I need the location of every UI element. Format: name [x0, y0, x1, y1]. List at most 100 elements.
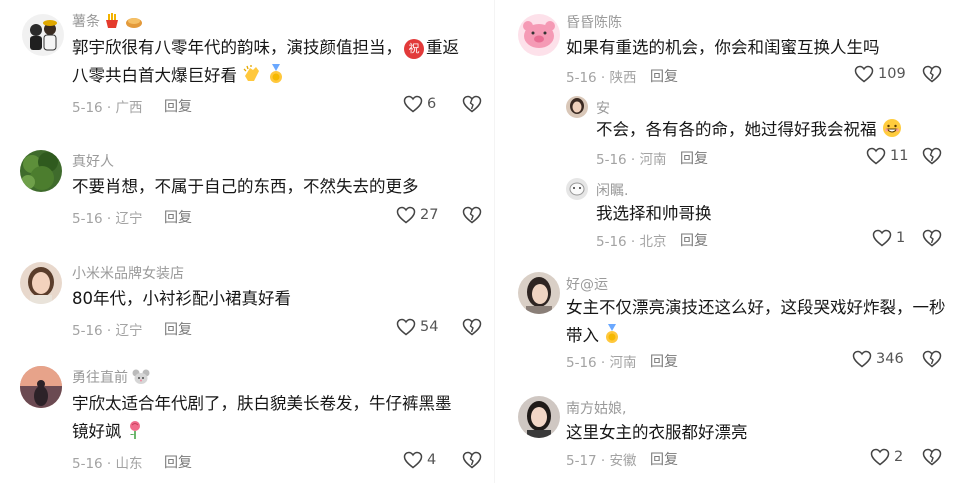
rose-icon — [127, 420, 143, 449]
like-button[interactable]: 109 — [854, 65, 906, 83]
wish-badge-icon: 祝 — [404, 39, 424, 59]
dislike-button[interactable] — [922, 229, 942, 251]
avatar[interactable] — [518, 272, 560, 314]
like-button[interactable]: 6 — [403, 95, 436, 113]
like-button[interactable]: 27 — [396, 206, 438, 224]
heart-icon — [403, 95, 423, 113]
username[interactable]: 安 — [596, 98, 610, 118]
comment-text: 女主不仅漂亮演技还这么好，这段哭戏好炸裂，一秒 带入 — [566, 294, 946, 353]
heart-icon — [872, 229, 892, 247]
broken-heart-icon — [922, 65, 942, 83]
reply-button[interactable]: 回复 — [650, 449, 678, 469]
avatar[interactable] — [20, 150, 62, 192]
like-button[interactable]: 54 — [396, 318, 438, 336]
like-button[interactable]: 11 — [866, 147, 908, 165]
like-count: 346 — [876, 351, 904, 367]
broken-heart-icon — [922, 448, 942, 466]
bread-icon — [125, 15, 143, 33]
username[interactable]: 勇往直前 — [72, 367, 150, 389]
dislike-button[interactable] — [462, 318, 482, 340]
like-count: 4 — [427, 452, 437, 468]
reply-button[interactable]: 回复 — [164, 96, 192, 116]
username[interactable]: 昏昏陈陈 — [566, 12, 622, 32]
comment-item: 薯条 郭宇欣很有八零年代的韵味，演技颜值担当，祝重返 八零共白首大爆巨好看 5-… — [0, 0, 494, 130]
reply-button[interactable]: 回复 — [650, 66, 678, 86]
like-count: 2 — [894, 449, 904, 465]
date-location: 5-16 · 广西 — [72, 100, 143, 116]
comment-text: 郭宇欣很有八零年代的韵味，演技颜值担当，祝重返 八零共白首大爆巨好看 — [72, 34, 459, 93]
broken-heart-icon — [462, 318, 482, 336]
reply-button[interactable]: 回复 — [164, 207, 192, 227]
comment-text: 如果有重选的机会，你会和闺蜜互换人生吗 — [566, 38, 880, 57]
broken-heart-icon — [462, 206, 482, 224]
username[interactable]: 好@运 — [566, 274, 608, 294]
broken-heart-icon — [922, 147, 942, 165]
grinning-face-icon — [882, 118, 902, 147]
date-location: 5-16 · 山东 — [72, 456, 143, 472]
comment-feed: 薯条 郭宇欣很有八零年代的韵味，演技颜值担当，祝重返 八零共白首大爆巨好看 5-… — [0, 0, 960, 483]
heart-icon — [396, 318, 416, 336]
like-button[interactable]: 1 — [872, 229, 905, 247]
like-button[interactable]: 4 — [403, 451, 436, 469]
comment-text: 不要肖想，不属于自己的东西，不然失去的更多 — [72, 177, 419, 196]
reply-button[interactable]: 回复 — [680, 148, 708, 168]
comment-text: 宇欣太适合年代剧了，肤白貌美长卷发，牛仔裤黑墨 镜好飒 — [72, 390, 452, 449]
username[interactable]: 闲瞩. — [596, 180, 628, 200]
date-location: 5-16 · 辽宁 — [72, 211, 143, 227]
like-button[interactable]: 346 — [852, 350, 904, 368]
broken-heart-icon — [922, 350, 942, 368]
avatar[interactable] — [22, 14, 64, 56]
heart-icon — [403, 451, 423, 469]
dislike-button[interactable] — [922, 448, 942, 470]
comment-text: 我选择和帅哥换 — [596, 204, 712, 223]
medal-icon — [604, 324, 620, 353]
mouse-face-icon — [132, 369, 150, 389]
reply-button[interactable]: 回复 — [680, 230, 708, 250]
comment-item: 勇往直前 宇欣太适合年代剧了，肤白貌美长卷发，牛仔裤黑墨 镜好飒 5-16 · … — [0, 356, 494, 483]
avatar[interactable] — [566, 178, 588, 200]
username[interactable]: 小米米品牌女装店 — [72, 263, 184, 283]
avatar[interactable] — [20, 366, 62, 408]
like-button[interactable]: 2 — [870, 448, 903, 466]
comment-item: 昏昏陈陈 如果有重选的机会，你会和闺蜜互换人生吗 5-16 · 陕西 回复 10… — [494, 0, 960, 90]
dislike-button[interactable] — [462, 451, 482, 473]
heart-icon — [852, 350, 872, 368]
medal-icon — [268, 64, 284, 93]
date-location: 5-16 · 北京 — [596, 234, 667, 250]
dislike-button[interactable] — [922, 147, 942, 169]
dislike-button[interactable] — [462, 95, 482, 117]
avatar[interactable] — [518, 396, 560, 438]
broken-heart-icon — [462, 451, 482, 469]
avatar[interactable] — [566, 96, 588, 118]
reply-button[interactable]: 回复 — [164, 452, 192, 472]
reply-button[interactable]: 回复 — [650, 351, 678, 371]
reply-item: 安 不会，各有各的命，她过得好我会祝福 5-16 · 河南 回复 11 — [494, 90, 960, 172]
heart-icon — [396, 206, 416, 224]
comment-text: 这里女主的衣服都好漂亮 — [566, 423, 748, 442]
heart-icon — [854, 65, 874, 83]
reply-item: 闲瞩. 我选择和帅哥换 5-16 · 北京 回复 1 — [494, 172, 960, 254]
comment-text: 不会，各有各的命，她过得好我会祝福 — [596, 116, 902, 147]
heart-icon — [870, 448, 890, 466]
dislike-button[interactable] — [462, 206, 482, 228]
comment-item: 小米米品牌女装店 80年代，小衬衫配小裙真好看 5-16 · 辽宁 回复 54 — [0, 252, 494, 352]
username[interactable]: 薯条 — [72, 11, 143, 33]
comment-item: 南方姑娘, 这里女主的衣服都好漂亮 5-17 · 安徽 回复 2 — [494, 388, 960, 483]
dislike-button[interactable] — [922, 350, 942, 372]
avatar[interactable] — [20, 262, 62, 304]
comment-item: 真好人 不要肖想，不属于自己的东西，不然失去的更多 5-16 · 辽宁 回复 2… — [0, 140, 494, 240]
like-count: 6 — [427, 96, 437, 112]
comment-text: 80年代，小衬衫配小裙真好看 — [72, 289, 291, 308]
like-count: 1 — [896, 230, 906, 246]
username[interactable]: 南方姑娘, — [566, 398, 626, 418]
dislike-button[interactable] — [922, 65, 942, 87]
clapping-hands-icon — [242, 64, 262, 93]
avatar[interactable] — [518, 14, 560, 56]
date-location: 5-16 · 河南 — [566, 355, 637, 371]
reply-button[interactable]: 回复 — [164, 319, 192, 339]
like-count: 54 — [420, 319, 439, 335]
date-location: 5-16 · 辽宁 — [72, 323, 143, 339]
fries-icon — [104, 13, 120, 33]
date-location: 5-16 · 河南 — [596, 152, 667, 168]
username[interactable]: 真好人 — [72, 151, 114, 171]
